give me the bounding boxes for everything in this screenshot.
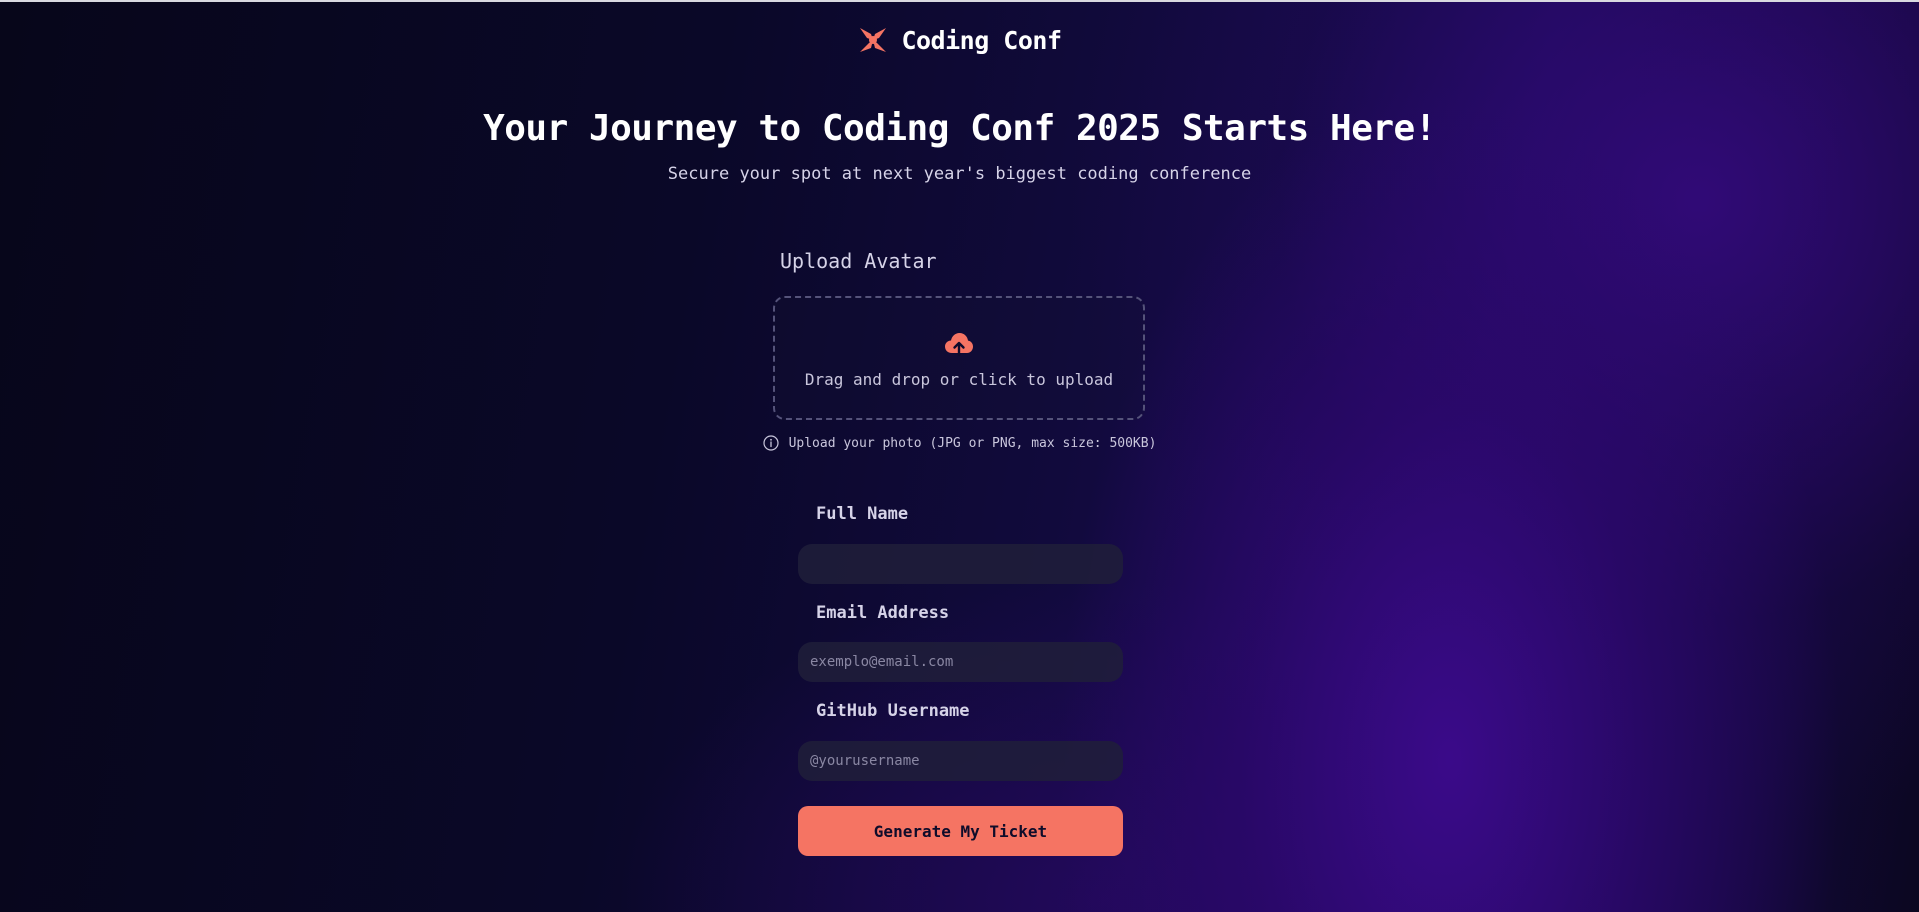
github-username-input[interactable] <box>798 741 1123 781</box>
coding-conf-logo-icon <box>860 28 887 52</box>
page-subtitle: Secure your spot at next year's biggest … <box>667 164 1252 184</box>
upload-hint-text: Upload your photo (JPG or PNG, max size:… <box>788 435 1157 451</box>
generate-ticket-button[interactable]: Generate My Ticket <box>798 806 1123 856</box>
info-icon <box>762 435 779 451</box>
email-input[interactable] <box>798 642 1123 682</box>
avatar-dropzone[interactable]: Drag and drop or click to upload <box>773 296 1145 420</box>
top-border <box>0 0 1919 2</box>
brand-name: Coding Conf <box>901 25 1062 55</box>
dropzone-text: Drag and drop or click to upload <box>804 369 1114 389</box>
email-label: Email Address <box>816 603 950 623</box>
upload-avatar-label: Upload Avatar <box>780 249 937 273</box>
full-name-input[interactable] <box>798 544 1123 584</box>
upload-cloud-icon <box>945 332 973 356</box>
github-username-label: GitHub Username <box>816 701 970 721</box>
site-header: Coding Conf <box>0 24 1919 56</box>
full-name-label: Full Name <box>816 504 909 524</box>
page-title: Your Journey to Coding Conf 2025 Starts … <box>483 108 1436 149</box>
upload-hint: Upload your photo (JPG or PNG, max size:… <box>0 435 1919 451</box>
